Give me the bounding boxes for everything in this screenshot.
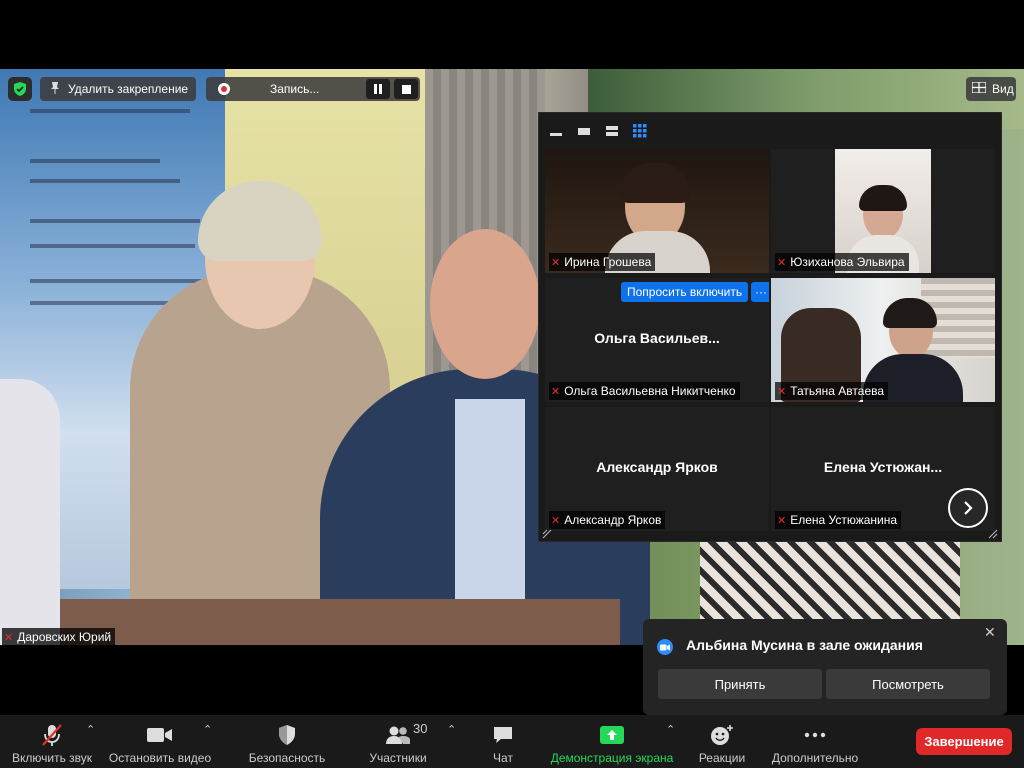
ask-to-unmute-button[interactable]: Попросить включить xyxy=(621,282,749,302)
grid-view-icon xyxy=(971,81,987,96)
participants-label: Участники xyxy=(369,751,427,765)
zoom-meeting-window: Удалить закрепление Запись... Вид ✕ Ирин… xyxy=(0,0,1024,768)
minimize-icon[interactable] xyxy=(547,122,565,140)
close-icon[interactable]: ✕ xyxy=(984,624,996,641)
more-button[interactable]: Дополнительно xyxy=(768,721,862,765)
stop-video-label: Остановить видео xyxy=(108,751,212,765)
reactions-label: Реакции xyxy=(698,751,746,765)
video-camera-icon xyxy=(146,722,174,748)
grid-view-icon[interactable] xyxy=(631,122,649,140)
muted-mic-icon: ✕ xyxy=(551,514,561,527)
security-label: Безопасность xyxy=(248,751,326,765)
unmute-label: Включить звук xyxy=(11,751,93,765)
end-meeting-button[interactable]: Завершение xyxy=(916,728,1012,755)
view-label: Вид xyxy=(992,82,1014,96)
muted-microphone-icon xyxy=(39,722,65,748)
participant-tile[interactable]: ✕ Юзиханова Эльвира xyxy=(771,149,995,273)
participant-tile[interactable]: Попросить включить ··· Ольга Васильев...… xyxy=(545,278,769,402)
speaker-strip-icon[interactable] xyxy=(575,122,593,140)
more-label: Дополнительно xyxy=(771,751,859,765)
share-screen-button[interactable]: Демонстрация экрана xyxy=(548,721,676,765)
participant-name-label: ✕ Ирина Грошева xyxy=(549,253,656,271)
participant-display-name: Александр Ярков xyxy=(596,459,718,475)
unmute-button[interactable]: Включить звук xyxy=(8,721,96,765)
participants-count: 30 xyxy=(413,721,428,736)
recording-label: Запись... xyxy=(270,82,320,96)
unpin-label: Удалить закрепление xyxy=(68,82,189,96)
main-speaker-name-label: ✕ Даровских Юрий xyxy=(2,628,116,646)
stop-video-button[interactable]: Остановить видео xyxy=(107,721,213,765)
stop-recording-button[interactable] xyxy=(394,79,418,99)
resize-handle-right[interactable] xyxy=(988,529,998,539)
see-waiting-room-button[interactable]: Посмотреть xyxy=(826,669,990,699)
participant-name-label: ✕ Елена Устюжанина xyxy=(775,511,902,529)
chevron-right-icon xyxy=(964,501,973,515)
chat-bubble-icon xyxy=(492,722,514,748)
chat-button[interactable]: Чат xyxy=(486,721,520,765)
pin-icon xyxy=(50,81,60,97)
participant-name-label: ✕ Ольга Васильевна Никитченко xyxy=(549,382,740,400)
share-options-caret-icon[interactable]: ⌃ xyxy=(666,723,675,736)
security-shield-icon[interactable] xyxy=(8,77,32,101)
muted-mic-icon: ✕ xyxy=(777,514,787,527)
share-screen-label: Демонстрация экрана xyxy=(550,751,674,765)
participants-options-caret-icon[interactable]: ⌃ xyxy=(447,723,456,736)
participant-tile[interactable]: ✕ Ирина Грошева xyxy=(545,149,769,273)
next-page-button[interactable] xyxy=(948,488,988,528)
security-button[interactable]: Безопасность xyxy=(246,721,328,765)
gallery-panel: ✕ Ирина Грошева ✕ Юзиханова Эльвира Попр… xyxy=(538,112,1002,542)
view-button[interactable]: Вид xyxy=(966,77,1016,101)
participant-display-name: Ольга Васильев... xyxy=(594,330,720,346)
recording-status-bar: Запись... xyxy=(206,77,420,101)
stacked-view-icon[interactable] xyxy=(603,122,621,140)
muted-mic-icon: ✕ xyxy=(777,385,787,398)
muted-mic-icon: ✕ xyxy=(551,385,561,398)
participants-icon xyxy=(384,722,412,748)
participant-name-label: ✕ Татьяна Автаева xyxy=(775,382,889,400)
waiting-room-title: Альбина Мусина в зале ожидания xyxy=(686,637,923,653)
participant-display-name: Елена Устюжан... xyxy=(823,459,943,475)
audio-options-caret-icon[interactable]: ⌃ xyxy=(86,723,95,736)
muted-mic-icon: ✕ xyxy=(777,256,787,269)
shield-icon xyxy=(277,722,297,748)
zoom-camera-icon xyxy=(657,639,673,655)
participant-tile[interactable]: ✕ Татьяна Автаева xyxy=(771,278,995,402)
participant-name-label: ✕ Юзиханова Эльвира xyxy=(775,253,909,271)
muted-mic-icon: ✕ xyxy=(551,256,561,269)
admit-button[interactable]: Принять xyxy=(658,669,822,699)
gallery-layout-switcher xyxy=(547,119,649,143)
share-screen-icon xyxy=(600,722,624,748)
waiting-room-notification: Альбина Мусина в зале ожидания ✕ Принять… xyxy=(643,619,1007,715)
unpin-button[interactable]: Удалить закрепление xyxy=(40,77,196,101)
more-options-button[interactable]: ··· xyxy=(751,282,769,302)
reaction-smiley-icon xyxy=(710,722,734,748)
pause-recording-button[interactable] xyxy=(366,79,390,99)
reactions-button[interactable]: Реакции xyxy=(698,721,746,765)
resize-handle-left[interactable] xyxy=(542,529,552,539)
video-options-caret-icon[interactable]: ⌃ xyxy=(203,723,212,736)
more-dots-icon xyxy=(804,722,826,748)
muted-mic-icon: ✕ xyxy=(4,631,14,644)
recording-icon xyxy=(218,83,230,95)
participant-tile[interactable]: Александр Ярков ✕ Александр Ярков xyxy=(545,407,769,531)
meeting-toolbar: Включить звук ⌃ Остановить видео ⌃ Безоп… xyxy=(0,715,1024,768)
participant-name-label: ✕ Александр Ярков xyxy=(549,511,666,529)
chat-label: Чат xyxy=(493,751,513,765)
